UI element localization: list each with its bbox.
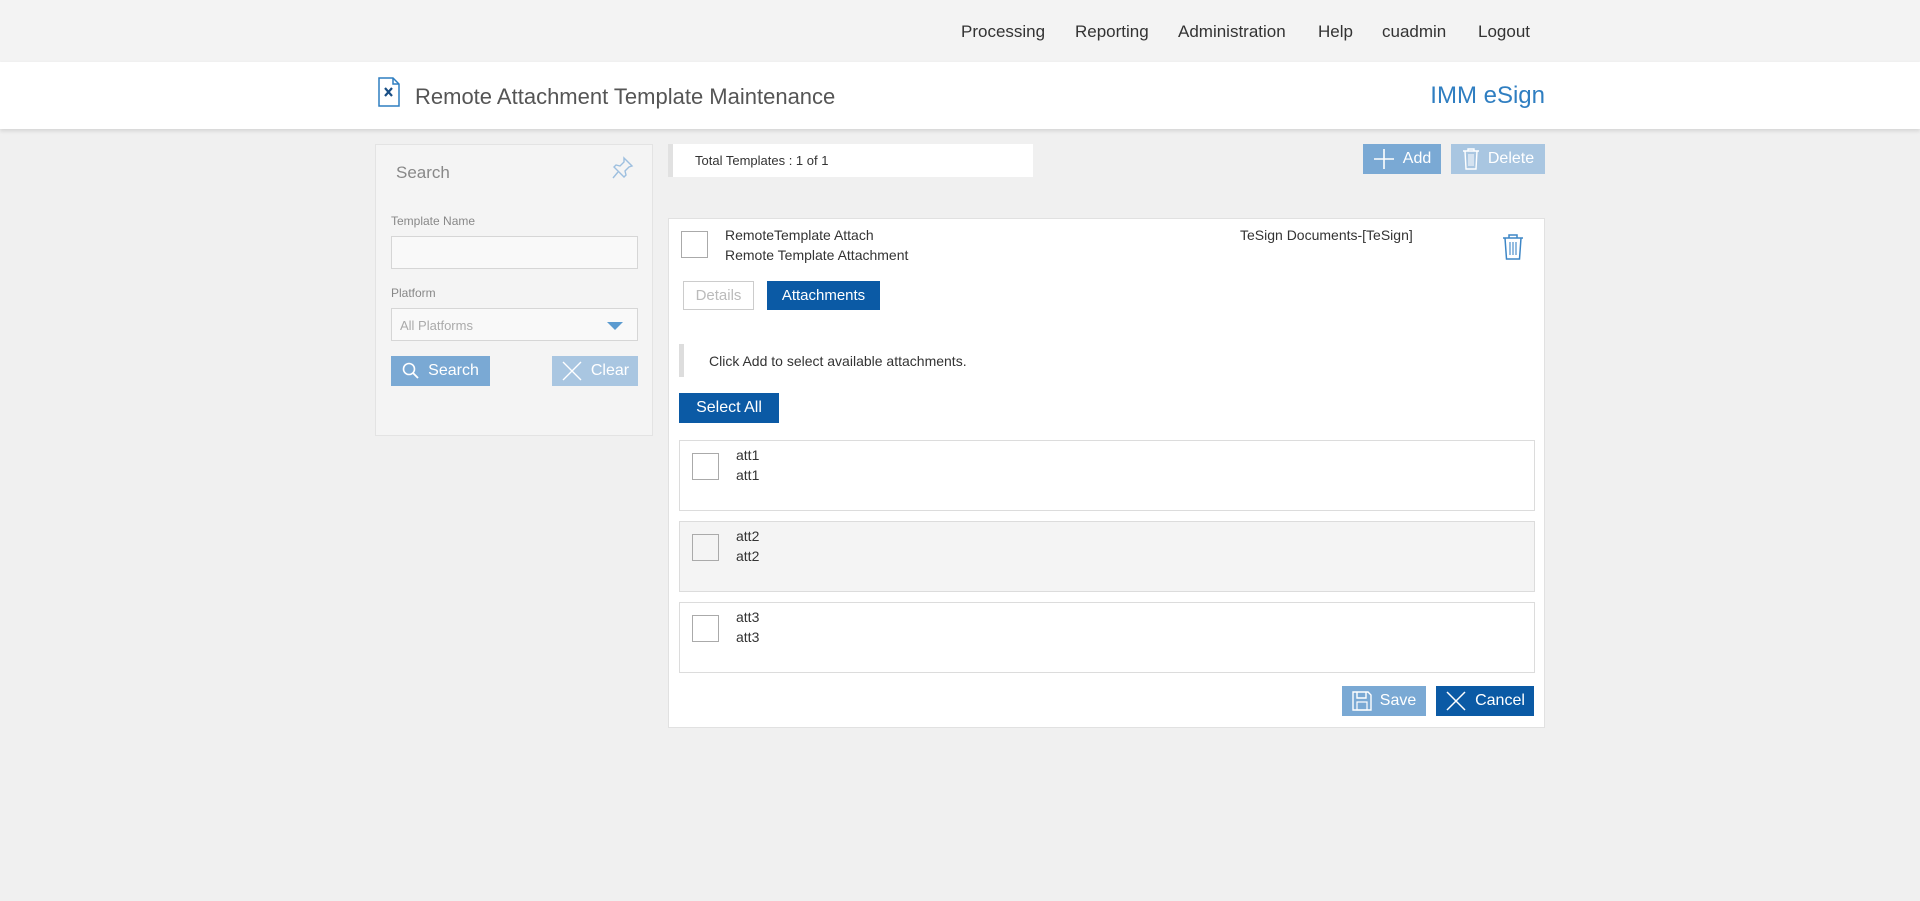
page-title: Remote Attachment Template Maintenance bbox=[415, 84, 836, 109]
attachment-checkbox[interactable] bbox=[692, 453, 719, 480]
attachment-checkbox[interactable] bbox=[692, 615, 719, 642]
template-checkbox[interactable] bbox=[681, 231, 708, 258]
nav-processing[interactable]: Processing bbox=[961, 22, 1045, 42]
top-nav: Processing Reporting Administration Help… bbox=[0, 0, 1920, 62]
delete-button[interactable]: Delete bbox=[1451, 144, 1545, 174]
attachment-name: att1 bbox=[736, 447, 760, 463]
template-name: RemoteTemplate Attach bbox=[725, 227, 874, 243]
document-icon bbox=[378, 77, 400, 107]
platform-select[interactable]: All Platforms bbox=[391, 308, 638, 341]
delete-button-label: Delete bbox=[1487, 150, 1535, 167]
list-item: att3 att3 bbox=[679, 602, 1535, 673]
nav-administration[interactable]: Administration bbox=[1178, 22, 1286, 42]
platform-select-value: All Platforms bbox=[400, 318, 473, 333]
plus-icon bbox=[1373, 149, 1394, 169]
attachment-name: att3 bbox=[736, 609, 760, 625]
tab-attachments[interactable]: Attachments bbox=[767, 281, 880, 310]
select-all-label: Select All bbox=[696, 399, 762, 416]
add-button-label: Add bbox=[1402, 150, 1432, 167]
template-name-input[interactable] bbox=[391, 236, 638, 269]
platform-label: Platform bbox=[391, 286, 436, 300]
attachment-description: att2 bbox=[736, 548, 760, 564]
template-description: Remote Template Attachment bbox=[725, 247, 909, 263]
list-item: att2 att2 bbox=[679, 521, 1535, 592]
trash-icon bbox=[1462, 148, 1479, 170]
search-button[interactable]: Search bbox=[391, 356, 490, 386]
cancel-button[interactable]: Cancel bbox=[1436, 686, 1534, 716]
attachment-name: att2 bbox=[736, 528, 760, 544]
title-bar: Remote Attachment Template Maintenance I… bbox=[0, 62, 1920, 129]
nav-help[interactable]: Help bbox=[1318, 22, 1353, 42]
search-icon bbox=[402, 362, 419, 379]
total-templates: Total Templates : 1 of 1 bbox=[668, 144, 1033, 177]
template-card: RemoteTemplate Attach Remote Template At… bbox=[668, 218, 1545, 728]
clear-button[interactable]: Clear bbox=[552, 356, 638, 386]
add-button[interactable]: Add bbox=[1363, 144, 1441, 174]
pin-icon[interactable] bbox=[611, 155, 635, 181]
list-item: att1 att1 bbox=[679, 440, 1535, 511]
nav-logout[interactable]: Logout bbox=[1478, 22, 1530, 42]
close-icon bbox=[1446, 691, 1466, 711]
attachment-description: att1 bbox=[736, 467, 760, 483]
attachment-checkbox[interactable] bbox=[692, 534, 719, 561]
search-button-label: Search bbox=[428, 362, 479, 379]
clear-button-label: Clear bbox=[590, 362, 630, 379]
nav-user[interactable]: cuadmin bbox=[1382, 22, 1446, 42]
save-icon bbox=[1352, 691, 1372, 711]
chevron-down-icon bbox=[607, 322, 623, 330]
attachment-description: att3 bbox=[736, 629, 760, 645]
select-all-button[interactable]: Select All bbox=[679, 393, 779, 423]
template-name-label: Template Name bbox=[391, 214, 476, 228]
save-button-label: Save bbox=[1379, 692, 1417, 709]
close-icon bbox=[562, 361, 582, 381]
search-panel-title: Search bbox=[396, 163, 450, 182]
tab-details[interactable]: Details bbox=[683, 281, 754, 310]
brand-logo: IMM eSign bbox=[1430, 82, 1545, 109]
template-platform: TeSign Documents-[TeSign] bbox=[1240, 227, 1413, 243]
search-panel: Search Template Name Platform All Platfo… bbox=[375, 144, 653, 436]
nav-reporting[interactable]: Reporting bbox=[1075, 22, 1149, 42]
trash-icon[interactable] bbox=[1501, 233, 1525, 261]
save-button[interactable]: Save bbox=[1342, 686, 1426, 716]
cancel-button-label: Cancel bbox=[1475, 692, 1525, 709]
attachments-hint: Click Add to select available attachment… bbox=[679, 344, 1529, 377]
